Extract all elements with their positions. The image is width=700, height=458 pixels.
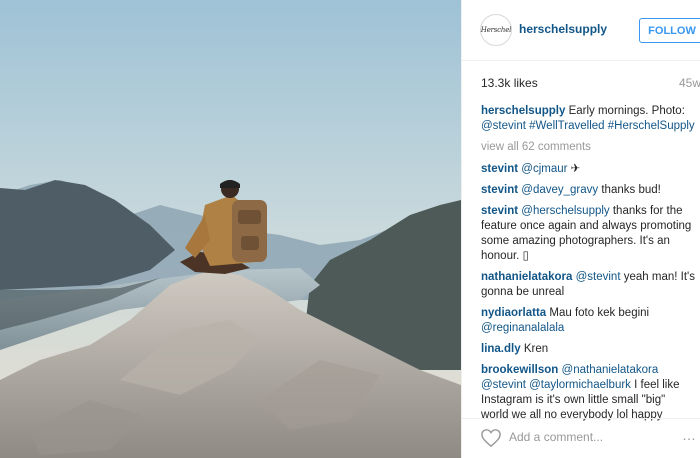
post-header: Herschel herschelsupply FOLLOW	[462, 0, 700, 61]
comment-mention[interactable]: @reginanalalala	[481, 322, 564, 334]
comment-username[interactable]: stevint	[481, 205, 518, 217]
comment-text: Mau foto kek begini	[546, 307, 650, 319]
likes-count[interactable]: 13.3k likes	[481, 76, 538, 90]
username-link[interactable]: herschelsupply	[519, 22, 607, 36]
comment-username[interactable]: lina.dly	[481, 343, 521, 355]
caption: herschelsupply Early mornings. Photo: @s…	[481, 104, 695, 134]
comment-username[interactable]: stevint	[481, 184, 518, 196]
comment-item: stevint @herschelsupply thanks for the f…	[481, 204, 695, 264]
comment-mention[interactable]: @davey_gravy	[521, 184, 598, 196]
caption-hashtag[interactable]: #WellTravelled	[529, 120, 604, 132]
comment-mention[interactable]: @stevint	[576, 271, 621, 283]
comment-text: Kren	[520, 343, 549, 355]
comment-username[interactable]: stevint	[481, 163, 518, 175]
comment-mention[interactable]: @nathanielatakora	[562, 364, 659, 376]
comment-item: nathanielatakora @stevint yeah man! It's…	[481, 270, 695, 300]
avatar[interactable]: Herschel	[480, 14, 512, 46]
comment-username[interactable]: brookewillson	[481, 364, 558, 376]
comment-mention[interactable]: @herschelsupply	[521, 205, 609, 217]
caption-text: Early mornings. Photo:	[565, 105, 685, 117]
comment-item: stevint @cjmaur ✈	[481, 162, 695, 177]
heart-icon[interactable]	[480, 428, 502, 448]
comment-text: ✈	[567, 163, 581, 175]
comment-list: herschelsupply Early mornings. Photo: @s…	[481, 104, 695, 429]
comment-username[interactable]: nathanielatakora	[481, 271, 572, 283]
comment-mention[interactable]: @stevint	[481, 379, 526, 391]
post-stats: 13.3k likes 45w	[481, 76, 700, 92]
add-comment-input[interactable]: Add a comment...	[509, 430, 603, 444]
timestamp[interactable]: 45w	[679, 76, 700, 90]
post-photo[interactable]	[0, 0, 461, 458]
comment-item: brookewillson @nathanielatakora @stevint…	[481, 363, 695, 423]
caption-mention[interactable]: @stevint	[481, 120, 526, 132]
view-all-comments-link[interactable]: view all 62 comments	[481, 140, 695, 155]
avatar-logo: Herschel	[480, 26, 512, 34]
post-footer: Add a comment... …	[462, 418, 700, 458]
comment-mention[interactable]: @cjmaur	[521, 163, 567, 175]
comment-text: thanks bud!	[598, 184, 661, 196]
post-sidebar: Herschel herschelsupply FOLLOW 13.3k lik…	[461, 0, 700, 458]
comment-mention[interactable]: @taylormichaelburk	[529, 379, 631, 391]
more-options-icon[interactable]: …	[682, 427, 697, 443]
comment-item: nydiaorlatta Mau foto kek begini @regina…	[481, 306, 695, 336]
caption-username[interactable]: herschelsupply	[481, 105, 565, 117]
caption-hashtag[interactable]: #HerschelSupply	[608, 120, 695, 132]
comment-item: lina.dly Kren	[481, 342, 695, 357]
follow-button[interactable]: FOLLOW	[639, 18, 700, 43]
comment-username[interactable]: nydiaorlatta	[481, 307, 546, 319]
comment-item: stevint @davey_gravy thanks bud!	[481, 183, 695, 198]
landscape-photo	[0, 0, 461, 458]
